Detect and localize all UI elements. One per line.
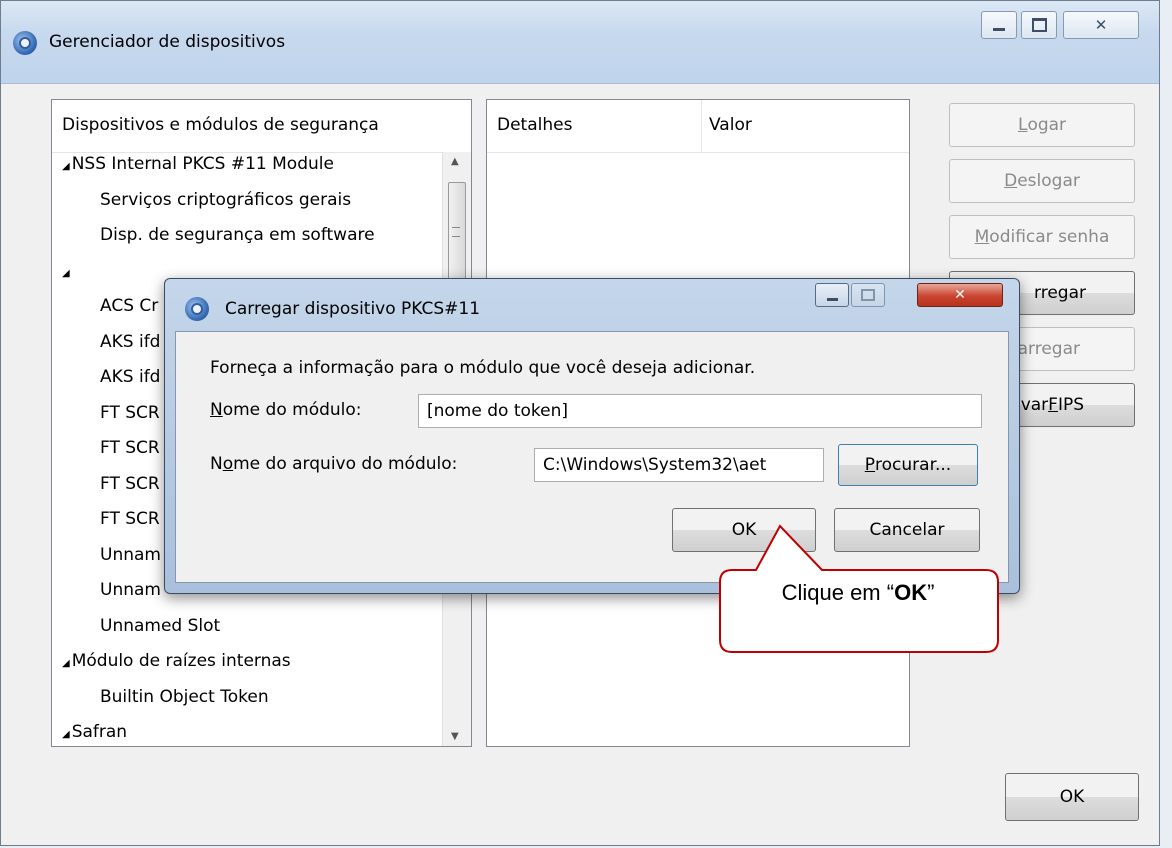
dialog-maximize-button[interactable] [851,283,885,307]
tree-item-label: FT SCR [100,509,160,529]
maximize-button[interactable] [1021,11,1057,39]
carregar-label: rregar [1034,283,1086,303]
dialog-title: Carregar dispositivo PKCS#11 [225,299,481,319]
browse-mnemonic: P [864,455,876,475]
callout-text: Clique em “OK” [720,580,996,606]
tree-group[interactable]: ◢ NSS Internal PKCS #11 Module [62,154,334,174]
tree-item-label: Unnam [100,544,161,565]
tree-item[interactable]: Unnamed Slot [100,616,220,636]
tree-item[interactable]: FT SCR [100,474,160,494]
tree-item-label: ACS Cr [100,296,159,316]
deslogar-label: eslogar [1017,171,1080,191]
tree-header-label: Dispositivos e módulos de segurança [62,115,379,135]
dialog-instruction: Forneça a informação para o módulo que v… [210,358,756,378]
module-name-input[interactable]: [nome do token] [418,394,982,428]
tree-item-label: FT SCR [100,402,160,423]
expand-triangle-icon[interactable]: ◢ [62,161,70,172]
tree-item[interactable]: FT SCR [100,438,160,458]
tree-item[interactable]: FT SCR [100,509,160,529]
modificar-label: odificar senha [989,227,1110,247]
dialog-app-icon [185,297,209,321]
maximize-icon [1031,18,1047,32]
app-icon [13,31,37,55]
close-button[interactable]: ✕ [1063,11,1139,39]
column-divider [701,100,702,152]
minimize-icon [993,28,1005,31]
minimize-button[interactable] [981,11,1017,39]
tree-item-label: FT SCR [100,438,160,458]
module-file-label: Nome do arquivo do módulo: [210,454,457,474]
value-column-header[interactable]: Valor [709,115,752,135]
tree-item-label: Builtin Object Token [100,686,269,707]
tree-item-label: Serviços criptográficos gerais [100,189,352,210]
tree-item[interactable]: Unnam [100,580,161,600]
scroll-up-arrow[interactable]: ▲ [451,156,459,167]
scroll-thumb[interactable] [448,182,466,284]
tree-item-label: Unnam [100,580,161,600]
tree-group[interactable]: ◢ [62,261,72,281]
tree-item-label: FT SCR [100,473,160,494]
maximize-icon [861,289,875,301]
details-header: Detalhes Valor [487,100,909,153]
title-bar: Gerenciador de dispositivos ✕ [1,1,1159,84]
expand-triangle-icon[interactable]: ◢ [62,268,70,279]
tree-item-label: AKS ifd [100,331,161,352]
browse-button[interactable]: Procurar... [838,444,978,486]
module-name-label-text: ome do módulo: [222,400,362,420]
tree-item[interactable]: AKS ifd [100,332,160,352]
callout-suffix: ” [927,580,935,605]
tree-item[interactable]: FT SCR [100,403,160,423]
module-file-label-prefix: N [210,454,223,474]
close-icon: ✕ [1094,16,1108,34]
close-icon: ✕ [954,287,966,303]
tree-item-label: Safran [71,722,128,742]
tree-item[interactable]: Serviços criptográficos gerais [100,190,351,210]
minimize-icon [826,297,838,301]
tree-header[interactable]: Dispositivos e módulos de segurança [52,100,471,153]
tree-item[interactable]: Builtin Object Token [100,687,269,707]
main-ok-label: OK [1059,787,1085,807]
tree-group[interactable]: ◢ Safran [62,722,127,742]
details-column-header[interactable]: Detalhes [497,115,572,135]
tree-item-label: NSS Internal PKCS #11 Module [71,154,334,174]
module-file-label-text: me do arquivo do módulo: [233,454,458,474]
scroll-down-arrow[interactable]: ▼ [451,731,459,742]
tree-item[interactable]: Unnam [100,545,161,565]
deslogar-button[interactable]: Deslogar [949,159,1135,203]
modificar-mnemonic: M [974,227,990,247]
tree-item-label: AKS ifd [100,367,161,387]
fips-label: IPS [1057,395,1084,415]
logar-button[interactable]: Logar [949,103,1135,147]
tree-item[interactable]: AKS ifd [100,367,160,387]
main-ok-button[interactable]: OK [1005,773,1139,821]
tree-group[interactable]: ◢ Módulo de raízes internas [62,651,291,671]
deslogar-mnemonic: D [1004,171,1018,191]
logar-mnemonic: L [1017,115,1028,135]
tree-item-label: Módulo de raízes internas [71,651,291,671]
modificar-senha-button[interactable]: Modificar senha [949,215,1135,259]
expand-triangle-icon[interactable]: ◢ [62,729,70,740]
module-file-input[interactable]: C:\Windows\System32\aet [534,448,824,482]
tree-item-label: Unnamed Slot [100,615,221,636]
tree-item[interactable]: Disp. de segurança em software [100,225,375,245]
tree-item-label: Disp. de segurança em software [100,225,375,245]
dialog-minimize-button[interactable] [815,283,849,307]
callout-prefix: Clique em “ [781,580,895,605]
callout-bold: OK [894,580,928,605]
window-title: Gerenciador de dispositivos [49,32,286,52]
browse-label: rocurar... [875,455,952,475]
tree-item[interactable]: ACS Cr [100,296,158,316]
logar-label: ogar [1027,115,1067,135]
module-file-mnemonic: o [222,454,234,474]
expand-triangle-icon[interactable]: ◢ [62,658,70,669]
module-name-mnemonic: N [210,400,223,420]
fips-mnemonic: F [1048,395,1058,415]
module-name-label: Nome do módulo: [210,400,362,420]
dialog-close-button[interactable]: ✕ [917,283,1003,307]
fips-label-prefix: var [1020,395,1049,415]
